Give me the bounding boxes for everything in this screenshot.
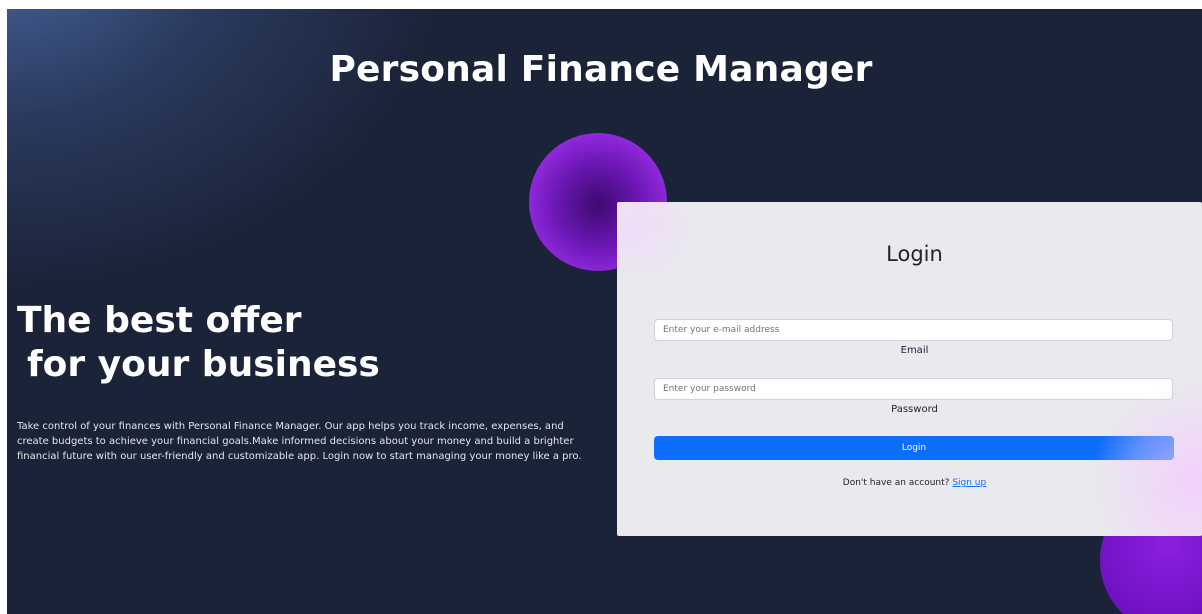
password-label: Password — [891, 404, 938, 415]
password-input[interactable] — [654, 378, 1173, 400]
signup-link[interactable]: Sign up — [952, 478, 986, 488]
signup-row: Don't have an account? Sign up — [617, 478, 1202, 488]
app-frame: Personal Finance Manager The best offer … — [7, 9, 1202, 614]
email-label: Email — [900, 345, 929, 356]
login-card: Login Email Password Login Don't have an… — [617, 202, 1202, 536]
signup-prompt: Don't have an account? — [842, 478, 950, 488]
login-title: Login — [886, 242, 943, 266]
login-button[interactable]: Login — [654, 436, 1174, 460]
email-input[interactable] — [654, 319, 1173, 341]
hero-line-2: for your business — [27, 344, 380, 385]
page-title: Personal Finance Manager — [329, 49, 873, 90]
hero-line-1: The best offer — [17, 300, 302, 341]
hero-description: Take control of your finances with Perso… — [17, 421, 582, 462]
hero-heading: The best offer for your business — [17, 299, 380, 387]
